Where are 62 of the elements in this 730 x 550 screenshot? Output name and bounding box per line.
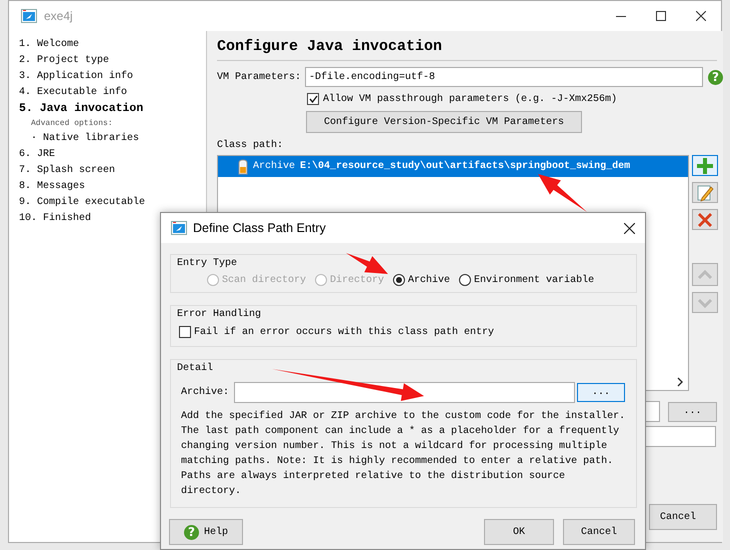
group-legend: Detail — [177, 362, 214, 376]
wizard-step[interactable]: · Native libraries — [31, 131, 140, 147]
radio-label: Environment variable — [474, 274, 594, 286]
vm-parameters-field[interactable]: -Dfile.encoding=utf-8 — [305, 67, 704, 87]
window-title: exe4j — [44, 9, 73, 23]
entry-type: Archive — [253, 161, 296, 172]
radio-button[interactable] — [459, 274, 472, 286]
radio-label: Directory — [330, 274, 384, 286]
annotation-arrow — [346, 253, 388, 274]
close-icon[interactable] — [696, 11, 706, 21]
edit-icon — [696, 184, 714, 202]
wizard-step[interactable]: 8. Messages — [19, 179, 86, 195]
group-legend: Error Handling — [177, 308, 262, 322]
cancel-button[interactable]: Cancel — [563, 519, 635, 545]
vm-parameters-label: VM Parameters: — [217, 72, 302, 82]
checkbox-label: Fail if an error occurs with this class path entry — [194, 326, 494, 338]
scroll-right-icon[interactable] — [677, 377, 684, 387]
archive-label: Archive: — [181, 387, 230, 398]
description-text: Add the specified JAR or ZIP archive to the custom code for the installer. The last path component can include a * as a placeholder for a frequently changing version number. This is not a wildcard for processing multiple matching paths. Note: It is highly recommended to enter a relative path. Paths are always interpreted relative to the distribution source directory. — [181, 410, 626, 499]
app-icon — [171, 221, 187, 235]
advanced-options-label: Advanced options: — [31, 118, 113, 130]
delete-icon — [696, 210, 714, 228]
add-icon — [696, 156, 714, 174]
add-button[interactable] — [692, 155, 718, 176]
archive-field[interactable] — [234, 382, 576, 403]
dialog-title: Define Class Path Entry — [193, 221, 326, 235]
wizard-step[interactable]: 4. Executable info — [19, 85, 128, 101]
wizard-step[interactable]: 9. Compile executable — [19, 195, 146, 211]
wizard-step[interactable]: 7. Splash screen — [19, 163, 116, 179]
class-path-entry[interactable]: Archive E:\04_resource_study\out\artifacts\springboot_swing_dem — [218, 156, 688, 177]
wizard-step[interactable]: 1. Welcome — [19, 37, 80, 53]
wizard-step[interactable]: 5. Java invocation — [19, 101, 144, 117]
wizard-step[interactable]: 6. JRE — [19, 147, 56, 163]
close-icon[interactable] — [624, 222, 635, 234]
help-button[interactable]: ? Help — [169, 519, 243, 545]
radio-label: Archive — [408, 274, 450, 286]
app-icon — [21, 9, 37, 23]
checkbox-label: Allow VM passthrough parameters (e.g. -J-Xmx256m) — [323, 94, 618, 104]
wizard-step[interactable]: 10. Finished — [19, 211, 92, 227]
checkbox[interactable] — [179, 326, 191, 338]
wizard-step[interactable]: 2. Project type — [19, 53, 110, 69]
version-vm-parameters-button[interactable]: Configure Version-Specific VM Parameters — [306, 111, 582, 133]
group-legend: Entry Type — [177, 257, 238, 271]
class-path-label: Class path: — [217, 139, 284, 153]
page-heading: Configure Java invocation — [217, 35, 718, 61]
browse-button[interactable]: ... — [668, 402, 717, 422]
entry-path: E:\04_resource_study\out\artifacts\springboot_swing_dem — [300, 161, 630, 172]
checkmark-icon — [308, 95, 318, 103]
jar-icon — [238, 158, 248, 174]
radio-label: Scan directory — [222, 274, 306, 286]
maximize-icon[interactable] — [656, 11, 666, 21]
edit-button[interactable] — [692, 182, 718, 203]
wizard-step[interactable]: 3. Application info — [19, 69, 134, 85]
annotation-arrow — [538, 174, 587, 212]
path-field[interactable] — [644, 426, 716, 447]
browse-button[interactable]: ... — [577, 383, 626, 402]
delete-button[interactable] — [692, 209, 718, 230]
help-icon[interactable]: ? — [708, 70, 724, 84]
ok-button[interactable]: OK — [484, 519, 554, 545]
cancel-button[interactable]: Cancel — [649, 504, 717, 530]
checkbox[interactable] — [307, 93, 319, 105]
radio-button[interactable] — [393, 274, 406, 286]
